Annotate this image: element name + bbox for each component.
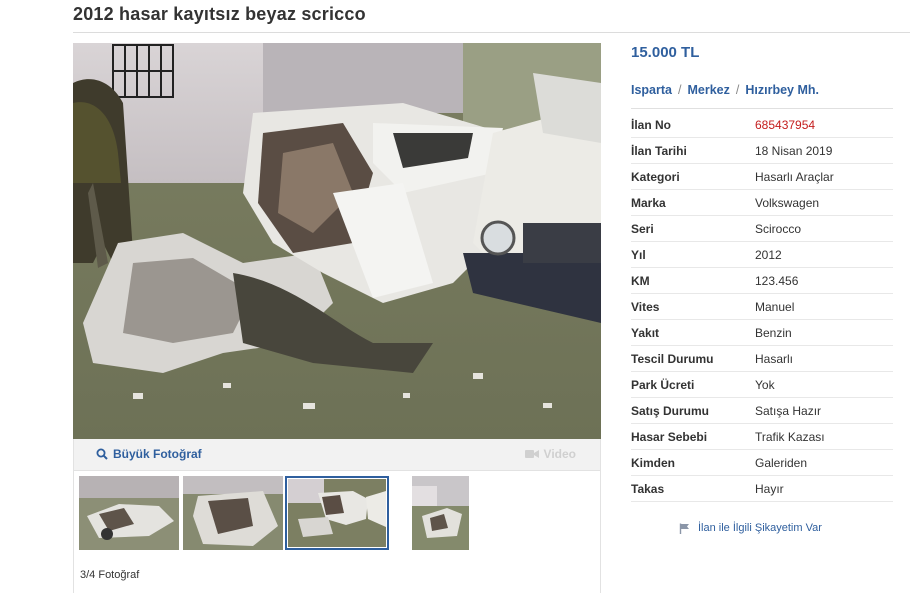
detail-value: Galeriden (755, 455, 808, 470)
photo-counter: 3/4 Fotoğraf (80, 569, 140, 581)
detail-key: Kategori (631, 169, 680, 184)
flag-icon (679, 523, 689, 534)
detail-key: Yıl (631, 247, 646, 262)
detail-value: Trafik Kazası (755, 429, 825, 444)
detail-value: Hasarlı (755, 351, 794, 366)
video-camera-icon (524, 450, 539, 458)
detail-value-listing-no: 685437954 (755, 117, 816, 132)
report-listing-label: İlan ile İlgili Şikayetim Var (698, 522, 822, 534)
detail-key: Park Ücreti (631, 377, 695, 392)
listing-title: 2012 hasar kayıtsız beyaz scricco (73, 4, 366, 24)
listing-details-table: İlan No 685437954 İlan Tarihi 18 Nisan 201… (631, 112, 893, 502)
main-photo[interactable] (73, 43, 601, 439)
thumbnail-1[interactable] (79, 476, 179, 550)
detail-value: Satışa Hazır (755, 403, 822, 418)
location-neighborhood[interactable]: Hızırbey Mh. (745, 83, 819, 97)
thumbnail-image (412, 476, 469, 550)
video-link: Video (524, 447, 576, 461)
detail-row-trade: Takas Hayır (631, 476, 893, 502)
detail-row-parking-fee: Park Ücreti Yok (631, 372, 893, 398)
detail-value: Yok (755, 377, 775, 392)
thumbnail-4[interactable] (412, 476, 469, 550)
detail-value: Manuel (755, 299, 795, 314)
detail-key: Marka (631, 195, 666, 210)
info-divider (631, 108, 893, 109)
detail-row-series: Seri Scirocco (631, 216, 893, 242)
detail-key: Takas (631, 481, 665, 496)
detail-row-damage-reason: Hasar Sebebi Trafik Kazası (631, 424, 893, 450)
detail-value: 2012 (755, 247, 782, 262)
location-city[interactable]: Isparta (631, 83, 672, 97)
price: 15.000 TL (631, 44, 700, 61)
detail-key: Kimden (631, 455, 676, 470)
detail-value: Hayır (755, 481, 784, 496)
detail-row-sale-status: Satış Durumu Satışa Hazır (631, 398, 893, 424)
detail-key: Seri (631, 221, 654, 236)
detail-key: Hasar Sebebi (631, 429, 708, 444)
detail-key: İlan Tarihi (631, 143, 687, 158)
thumbnail-strip: 3/4 Fotoğraf (73, 471, 601, 593)
video-label: Video (543, 447, 576, 461)
location-breadcrumb: Isparta / Merkez / Hızırbey Mh. (631, 83, 819, 97)
search-icon (96, 448, 108, 460)
detail-key: İlan No (631, 117, 672, 132)
detail-key: Satış Durumu (631, 403, 710, 418)
detail-row-seller: Kimden Galeriden (631, 450, 893, 476)
detail-value: 123.456 (755, 273, 799, 288)
detail-row-listing-no: İlan No 685437954 (631, 112, 893, 138)
detail-value: Volkswagen (755, 195, 820, 210)
big-photo-link[interactable]: Büyük Fotoğraf (96, 447, 202, 461)
big-photo-label: Büyük Fotoğraf (113, 447, 202, 461)
report-listing-link[interactable]: İlan ile İlgili Şikayetim Var (679, 522, 822, 534)
location-separator: / (678, 83, 682, 97)
detail-value: Hasarlı Araçlar (755, 169, 834, 184)
detail-value: 18 Nisan 2019 (755, 143, 833, 158)
detail-key: KM (631, 273, 650, 288)
detail-key: Vites (631, 299, 660, 314)
title-divider (73, 32, 910, 33)
photo-toolbar: Büyük Fotoğraf Video (73, 439, 601, 471)
detail-row-km: KM 123.456 (631, 268, 893, 294)
detail-row-year: Yıl 2012 (631, 242, 893, 268)
location-separator: / (735, 83, 740, 97)
detail-value: Benzin (755, 325, 792, 340)
detail-row-fuel: Yakıt Benzin (631, 320, 893, 346)
location-district[interactable]: Merkez (687, 83, 729, 97)
thumbnail-2[interactable] (183, 476, 283, 550)
thumbnail-3-selected[interactable] (285, 476, 389, 550)
detail-key: Tescil Durumu (631, 351, 714, 366)
detail-row-category: Kategori Hasarlı Araçlar (631, 164, 893, 190)
detail-row-brand: Marka Volkswagen (631, 190, 893, 216)
wrecked-car-photo (73, 43, 601, 439)
detail-row-date: İlan Tarihi 18 Nisan 2019 (631, 138, 893, 164)
detail-row-gearbox: Vites Manuel (631, 294, 893, 320)
detail-row-registration: Tescil Durumu Hasarlı (631, 346, 893, 372)
thumbnail-image (79, 476, 179, 550)
detail-key: Yakıt (631, 325, 660, 340)
thumbnail-image (183, 476, 283, 550)
detail-value: Scirocco (755, 221, 802, 236)
thumbnail-image (288, 479, 386, 547)
